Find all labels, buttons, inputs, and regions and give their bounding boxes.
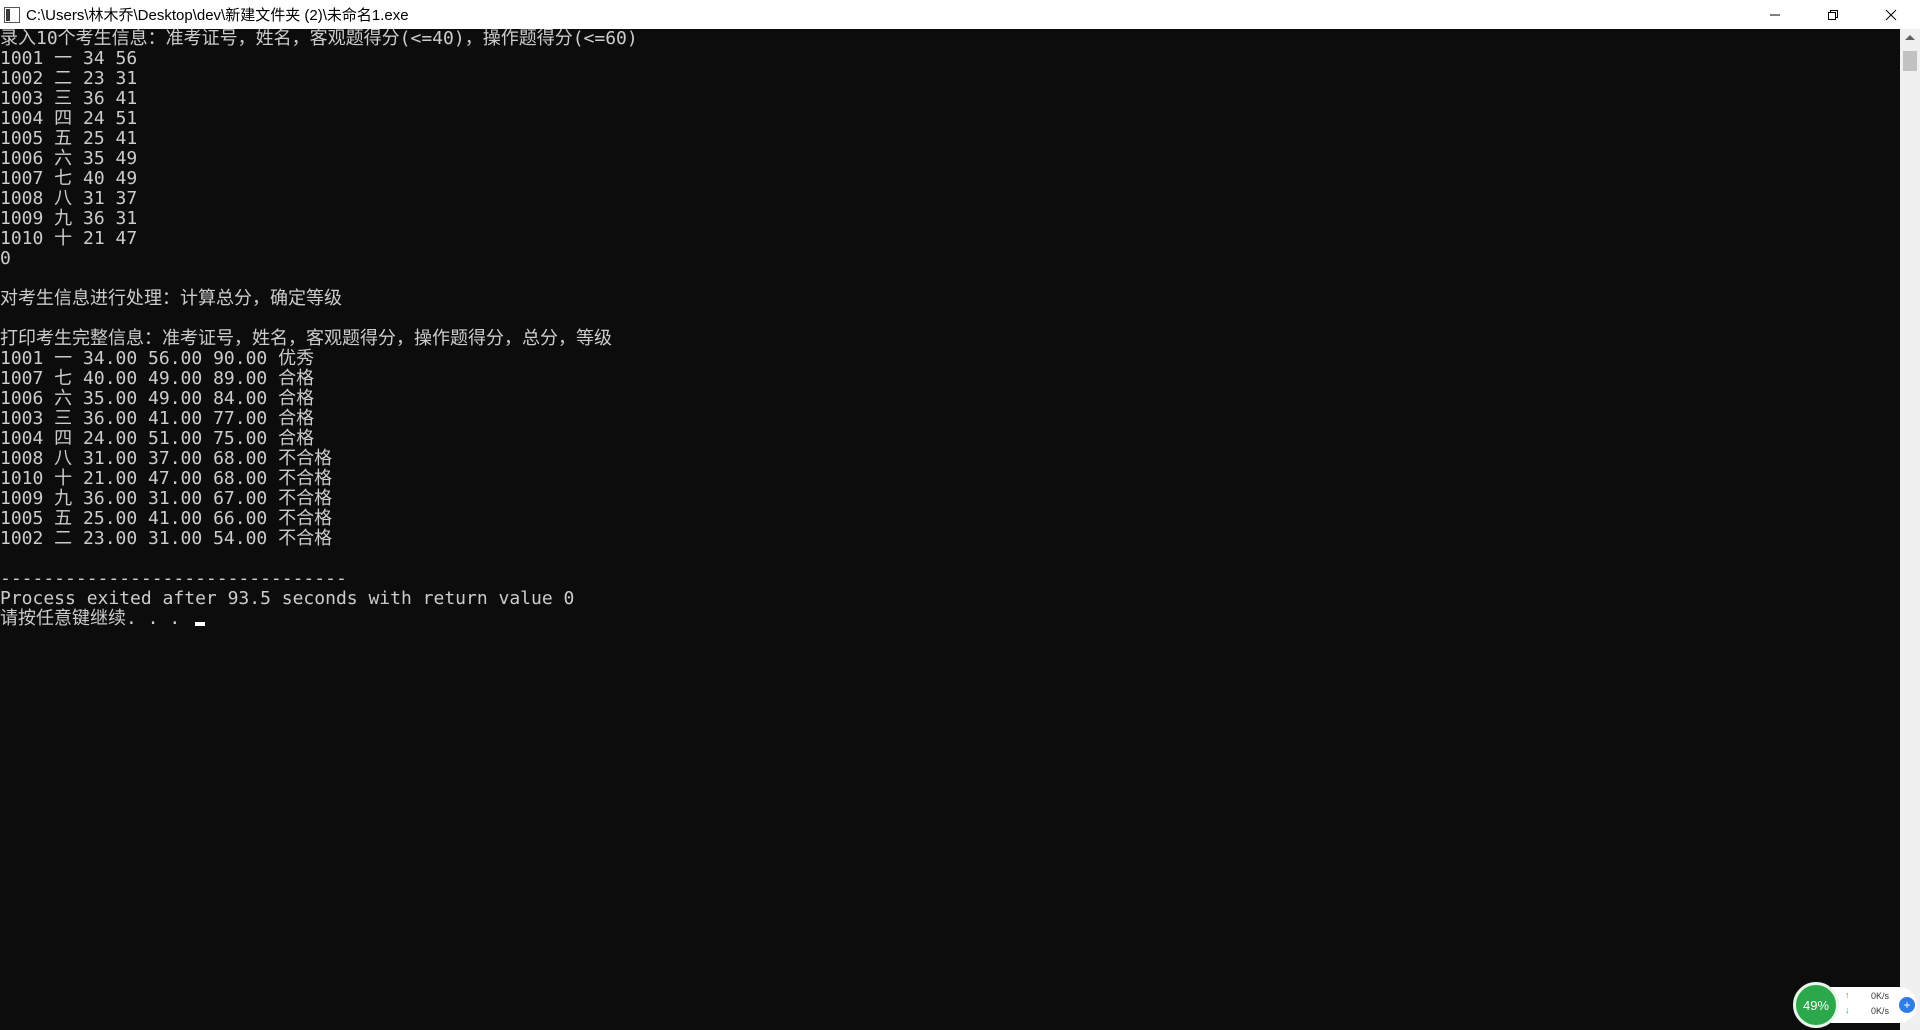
console-line: 1008 八 31.00 37.00 68.00 不合格 bbox=[0, 448, 333, 469]
console-line: 1005 五 25.00 41.00 66.00 不合格 bbox=[0, 508, 333, 529]
console-line: 1010 十 21 47 bbox=[0, 228, 138, 249]
close-icon bbox=[1885, 9, 1897, 20]
network-speed-panel: ↑ 0K/s ↓ 0K/s + bbox=[1831, 987, 1917, 1023]
console-line: 1002 二 23.00 31.00 54.00 不合格 bbox=[0, 528, 333, 549]
restore-icon bbox=[1828, 9, 1838, 20]
window-title: C:\Users\林木乔\Desktop\dev\新建文件夹 (2)\未命名1.… bbox=[26, 7, 409, 24]
memory-usage-badge[interactable]: 49% bbox=[1793, 982, 1839, 1028]
console-line: 1009 九 36.00 31.00 67.00 不合格 bbox=[0, 488, 333, 509]
minimize-icon bbox=[1770, 14, 1780, 15]
console-output[interactable]: 录入10个考生信息：准考证号，姓名，客观题得分(<=40)，操作题得分(<=60… bbox=[0, 29, 1900, 1030]
console-line: 对考生信息进行处理：计算总分，确定等级 bbox=[0, 288, 342, 309]
console-line: 录入10个考生信息：准考证号，姓名，客观题得分(<=40)，操作题得分(<=60… bbox=[0, 29, 638, 49]
console-app-icon bbox=[4, 6, 20, 23]
window-controls bbox=[1746, 0, 1920, 29]
console-line: 1004 四 24.00 51.00 75.00 合格 bbox=[0, 428, 315, 449]
console-line: 1002 二 23 31 bbox=[0, 68, 138, 89]
console-line: 1006 六 35 49 bbox=[0, 148, 138, 169]
vertical-scrollbar[interactable] bbox=[1900, 29, 1920, 1030]
console-line: 1008 八 31 37 bbox=[0, 188, 138, 209]
console-line: 1003 三 36 41 bbox=[0, 88, 138, 109]
console-line: 1010 十 21.00 47.00 68.00 不合格 bbox=[0, 468, 333, 489]
network-speed-widget[interactable]: 49% ↑ 0K/s ↓ 0K/s + bbox=[1793, 982, 1918, 1028]
upload-speed: 0K/s bbox=[1871, 991, 1890, 1001]
console-prompt-line: 请按任意键继续. . . bbox=[0, 609, 1900, 629]
console-line: 1009 九 36 31 bbox=[0, 208, 138, 229]
prompt-text: 请按任意键继续. . . bbox=[0, 608, 192, 629]
maximize-button[interactable] bbox=[1804, 0, 1862, 29]
console-line: 1004 四 24 51 bbox=[0, 108, 138, 129]
text-cursor bbox=[195, 622, 206, 626]
console-line: 打印考生完整信息：准考证号，姓名，客观题得分，操作题得分，总分，等级 bbox=[0, 328, 612, 349]
plus-icon[interactable]: + bbox=[1899, 997, 1915, 1013]
console-line: Process exited after 93.5 seconds with r… bbox=[0, 588, 575, 609]
minimize-button[interactable] bbox=[1746, 0, 1804, 29]
console-line: 0 bbox=[0, 248, 11, 269]
console-line: 1001 一 34 56 bbox=[0, 48, 138, 69]
console-line: 1006 六 35.00 49.00 84.00 合格 bbox=[0, 388, 315, 409]
close-button[interactable] bbox=[1862, 0, 1920, 29]
download-speed: 0K/s bbox=[1871, 1006, 1890, 1016]
console-line: 1003 三 36.00 41.00 77.00 合格 bbox=[0, 408, 315, 429]
console-line: 1005 五 25 41 bbox=[0, 128, 138, 149]
console-line: 1007 七 40 49 bbox=[0, 168, 138, 189]
scroll-up-arrow-icon[interactable] bbox=[1905, 35, 1915, 40]
upload-arrow-icon: ↑ bbox=[1845, 990, 1850, 1000]
scroll-thumb[interactable] bbox=[1903, 51, 1917, 71]
download-arrow-icon: ↓ bbox=[1845, 1005, 1850, 1015]
title-bar[interactable]: C:\Users\林木乔\Desktop\dev\新建文件夹 (2)\未命名1.… bbox=[0, 0, 1920, 29]
console-line: 1007 七 40.00 49.00 89.00 合格 bbox=[0, 368, 315, 389]
console-line: -------------------------------- bbox=[0, 568, 347, 589]
console-window: C:\Users\林木乔\Desktop\dev\新建文件夹 (2)\未命名1.… bbox=[0, 0, 1920, 1030]
console-line: 1001 一 34.00 56.00 90.00 优秀 bbox=[0, 348, 315, 369]
